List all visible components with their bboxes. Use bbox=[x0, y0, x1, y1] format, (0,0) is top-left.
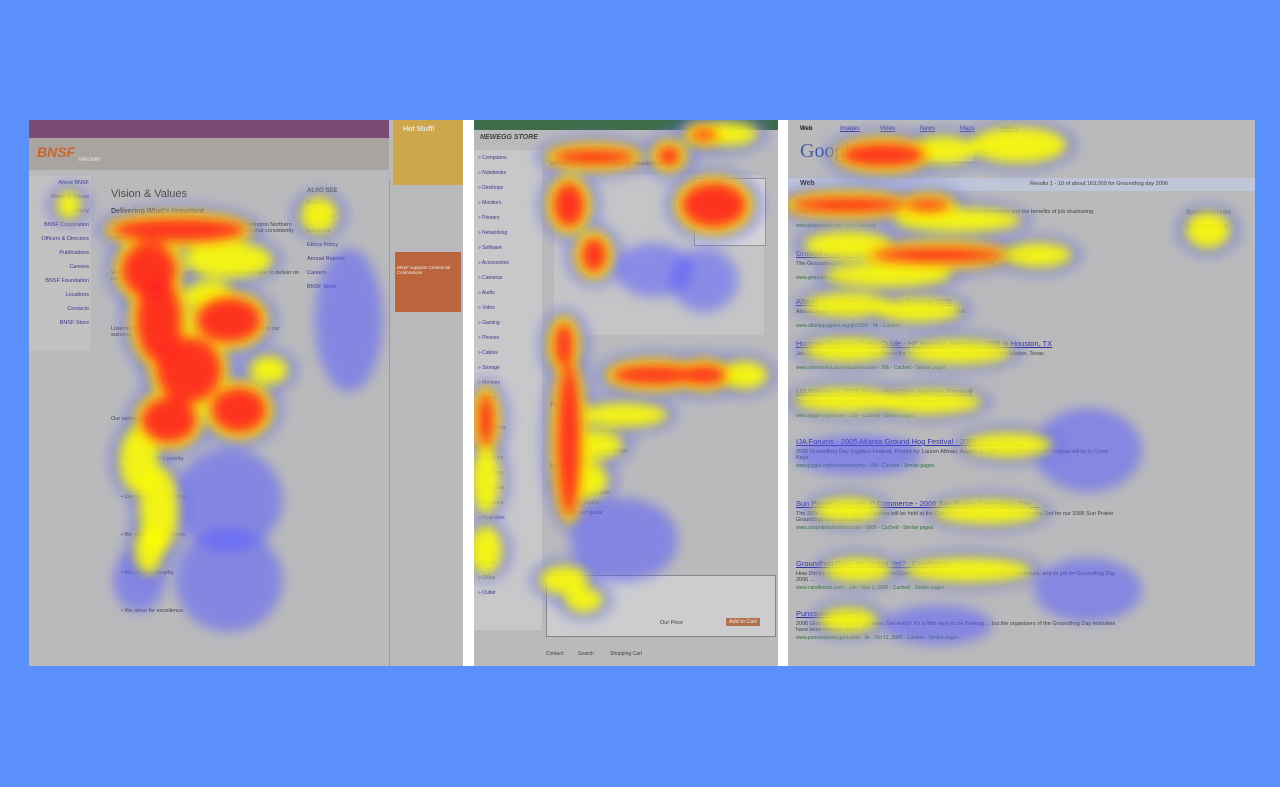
heatmap-panel-bnsf: BNSF RAILWAY Hot Stuff! BNSF supports Ce… bbox=[29, 120, 463, 666]
panel-separator bbox=[463, 120, 474, 666]
panel-separator bbox=[778, 120, 788, 666]
heatmap-panel-product-page: NEWEGG STORE Wireless Stereo Bluetooth H… bbox=[474, 120, 778, 666]
heatmap-panel-search-results: Google Search Web Results 1 - 10 of abou… bbox=[788, 120, 1255, 666]
